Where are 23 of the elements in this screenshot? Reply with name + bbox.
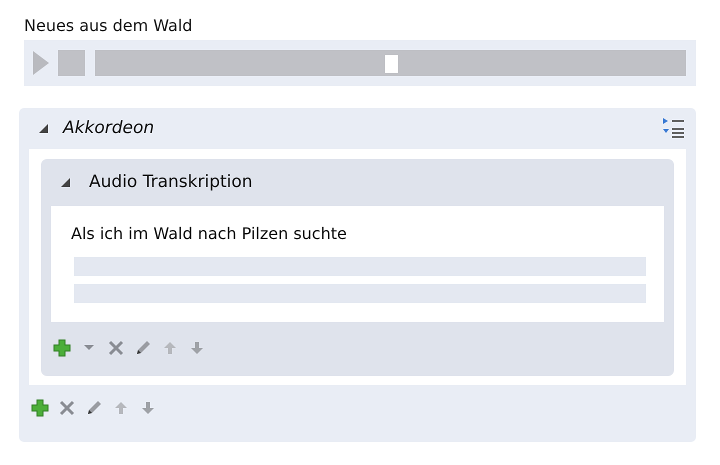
- pencil-icon: [134, 338, 152, 357]
- plus-button[interactable]: [53, 338, 71, 357]
- accordion-title[interactable]: Akkordeon: [63, 118, 648, 138]
- close-icon: [58, 399, 76, 418]
- caret-icon: [84, 345, 94, 350]
- collapse-triangle-icon[interactable]: [59, 176, 71, 188]
- seek-thumb[interactable]: [384, 55, 398, 73]
- section-title: Neues aus dem Wald: [24, 15, 194, 37]
- collapse-triangle-icon[interactable]: [37, 122, 49, 134]
- pencil-button[interactable]: [134, 338, 152, 357]
- plus-icon: [31, 399, 49, 418]
- close-icon: [107, 338, 125, 357]
- stop-icon: [58, 50, 85, 76]
- close-button[interactable]: [107, 338, 125, 357]
- plus-button[interactable]: [31, 399, 49, 418]
- play-icon: [32, 50, 50, 76]
- plus-icon: [53, 338, 71, 357]
- seek-track[interactable]: [95, 50, 686, 76]
- list-options-icon[interactable]: [662, 117, 686, 140]
- close-button[interactable]: [58, 399, 76, 418]
- transcript-text: Als ich im Wald nach Pilzen suchte: [71, 224, 348, 243]
- play-button[interactable]: [32, 50, 50, 76]
- panel-title[interactable]: Audio Transkription: [89, 172, 253, 192]
